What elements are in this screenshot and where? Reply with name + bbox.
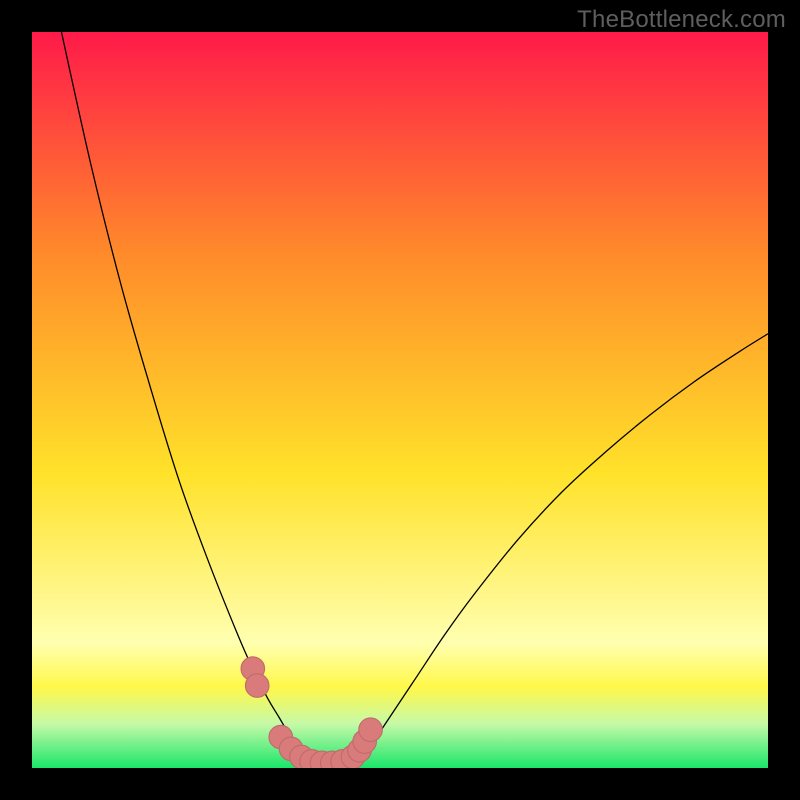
gradient-background — [32, 32, 768, 768]
watermark-text: TheBottleneck.com — [577, 6, 786, 34]
chart-plot-area — [32, 32, 768, 768]
chart-frame: TheBottleneck.com — [0, 0, 800, 800]
data-marker — [359, 718, 383, 742]
chart-svg — [32, 32, 768, 768]
data-marker — [245, 674, 269, 698]
